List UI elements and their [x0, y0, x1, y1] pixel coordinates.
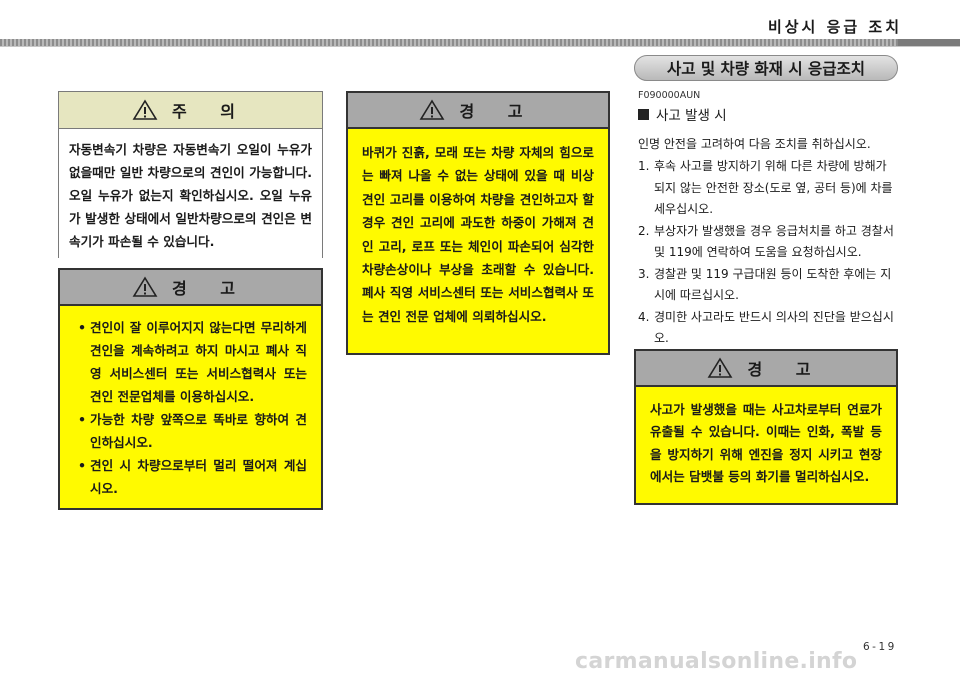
list-item: 2. 부상자가 발생했을 경우 응급처치를 하고 경찰서 및 119에 연락하여 …	[638, 221, 900, 264]
square-bullet-icon	[638, 108, 649, 120]
subheading: 사고 발생 시	[638, 104, 727, 124]
step-text: 부상자가 발생했을 경우 응급처치를 하고 경찰서 및 119에 연락하여 도움…	[654, 223, 894, 260]
warning-box-header: 경 고	[348, 93, 608, 129]
section-code: F090000AUN	[638, 90, 701, 101]
step-text: 후속 사고를 방지하기 위해 다른 차량에 방해가 되지 않는 안전한 장소(도…	[654, 159, 893, 216]
list-item: 4. 경미한 사고라도 반드시 의사의 진단을 받으십시오.	[638, 307, 900, 350]
page-number: 6-19	[863, 641, 897, 653]
warning-box-towing: 경 고 견인이 잘 이루어지지 않는다면 무리하게 견인을 계속하려고 하지 마…	[58, 268, 323, 510]
warning-box-body: 견인이 잘 이루어지지 않는다면 무리하게 견인을 계속하려고 하지 마시고 폐…	[60, 306, 321, 500]
warning-box-title: 경 고	[459, 102, 537, 121]
warning-box-header: 경 고	[60, 270, 321, 306]
header-stripe	[0, 39, 960, 46]
list-item: 견인 시 차량으로부터 멀리 떨어져 계십시오.	[74, 454, 307, 500]
step-text: 경찰관 및 119 구급대원 등이 도착한 후에는 지시에 따르십시오.	[654, 266, 892, 303]
subheading-text: 사고 발생 시	[656, 108, 727, 124]
caution-box: 주 의 자동변속기 차량은 자동변속기 오일이 누유가 없을때만 일반 차량으로…	[58, 91, 323, 259]
warning-box-text: 사고가 발생했을 때는 사고차로부터 연료가 유출될 수 있습니다. 이때는 인…	[650, 402, 882, 485]
warning-triangle-icon	[132, 276, 158, 297]
warning-triangle-icon	[132, 99, 158, 120]
header-stripe-end	[898, 39, 960, 46]
warning-box-text: 바퀴가 진흙, 모래 또는 차량 자체의 힘으로는 빠져 나올 수 없는 상태에…	[362, 145, 594, 324]
intro-text: 인명 안전을 고려하여 다음 조치를 취하십시오.	[638, 137, 871, 151]
header-divider	[0, 46, 960, 47]
list-item: 3. 경찰관 및 119 구급대원 등이 도착한 후에는 지시에 따르십시오.	[638, 264, 900, 307]
warning-box-fuel-leak: 경 고 사고가 발생했을 때는 사고차로부터 연료가 유출될 수 있습니다. 이…	[634, 349, 898, 505]
watermark: carmanualsonline.info	[575, 649, 858, 674]
warning-triangle-icon	[420, 99, 445, 120]
warning-box-tow-hook: 경 고 바퀴가 진흙, 모래 또는 차량 자체의 힘으로는 빠져 나올 수 없는…	[346, 91, 610, 355]
steps-list: 1. 후속 사고를 방지하기 위해 다른 차량에 방해가 되지 않는 안전한 장소…	[638, 156, 900, 350]
step-text: 경미한 사고라도 반드시 의사의 진단을 받으십시오.	[654, 309, 894, 346]
caution-box-text: 자동변속기 차량은 자동변속기 오일이 누유가 없을때만 일반 차량으로의 견인…	[59, 129, 322, 259]
section-title: 사고 및 차량 화재 시 응급조치	[634, 55, 898, 81]
list-item: 견인이 잘 이루어지지 않는다면 무리하게 견인을 계속하려고 하지 마시고 폐…	[74, 316, 307, 408]
step-number: 1.	[638, 159, 650, 173]
caution-box-title: 주 의	[171, 102, 249, 121]
list-item: 1. 후속 사고를 방지하기 위해 다른 차량에 방해가 되지 않는 안전한 장소…	[638, 156, 900, 221]
header-title: 비상시 응급 조치	[767, 18, 902, 36]
warning-box-title: 경 고	[747, 360, 825, 379]
step-number: 3.	[638, 266, 650, 281]
warning-box-header: 경 고	[636, 351, 896, 387]
step-number: 2.	[638, 223, 650, 238]
warning-triangle-icon	[708, 357, 733, 378]
step-number: 4.	[638, 309, 650, 324]
warning-bullet-list: 견인이 잘 이루어지지 않는다면 무리하게 견인을 계속하려고 하지 마시고 폐…	[74, 316, 307, 500]
caution-box-header: 주 의	[59, 92, 322, 129]
warning-box-title: 경 고	[171, 279, 249, 298]
list-item: 가능한 차량 앞쪽으로 똑바로 향하여 견인하십시오.	[74, 408, 307, 454]
